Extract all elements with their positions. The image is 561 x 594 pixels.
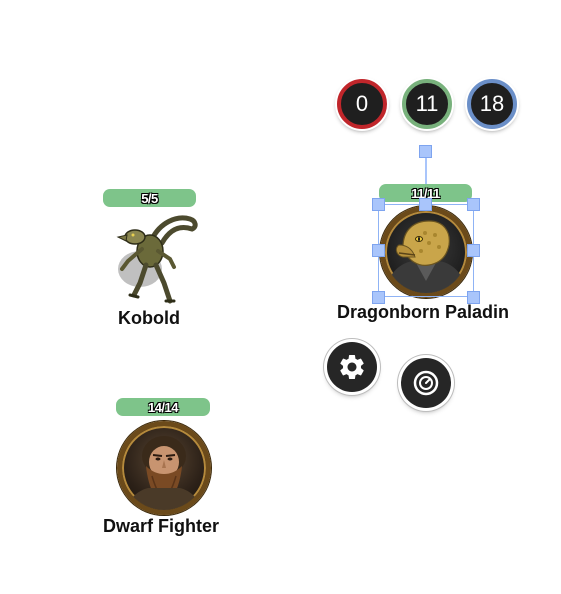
stat-bubble-blue-value: 18 (479, 91, 505, 116)
stat-bubble-green-value: 11 (415, 91, 439, 116)
dwarf-fighter-token[interactable] (117, 421, 211, 515)
kobold-hp-bar: 5/5 (103, 189, 196, 207)
resize-handle-left[interactable] (372, 244, 385, 257)
kobold-name-label: Kobold (118, 308, 180, 328)
token-gauge-button[interactable] (401, 358, 451, 408)
kobold-token[interactable] (100, 213, 200, 307)
stat-bubble-red[interactable]: 0 (337, 79, 387, 129)
dwarf-fighter-name-label: Dwarf Fighter (103, 516, 220, 536)
gear-icon (340, 355, 364, 379)
stat-bubble-green[interactable]: 11 (402, 79, 452, 129)
kobold-figure-icon (116, 215, 198, 304)
resize-handle-top-right[interactable] (467, 198, 480, 211)
dwarf-portrait-icon (126, 436, 202, 510)
dwarf-hp-bar: 14/14 (116, 398, 210, 416)
stat-bubble-blue[interactable]: 18 (467, 79, 517, 129)
token-settings-button[interactable] (327, 342, 377, 392)
gauge-icon (413, 370, 439, 396)
resize-handle-right[interactable] (467, 244, 480, 257)
kobold-hp-text: 5/5 (141, 190, 158, 206)
resize-handle-top-left[interactable] (372, 198, 385, 211)
map-canvas[interactable]: 0 11 18 5/5 Kobold 14/14 Dwarf Fighter 1… (0, 0, 561, 594)
dwarf-hp-text: 14/14 (147, 399, 179, 415)
stat-bubble-red-value: 0 (355, 91, 369, 116)
resize-handle-top[interactable] (419, 198, 432, 211)
rotation-handle[interactable] (419, 145, 432, 158)
dragonborn-portrait-icon (385, 220, 467, 293)
dragonborn-paladin-name-label: Dragonborn Paladin (337, 302, 510, 322)
dragonborn-paladin-token[interactable] (380, 206, 472, 298)
